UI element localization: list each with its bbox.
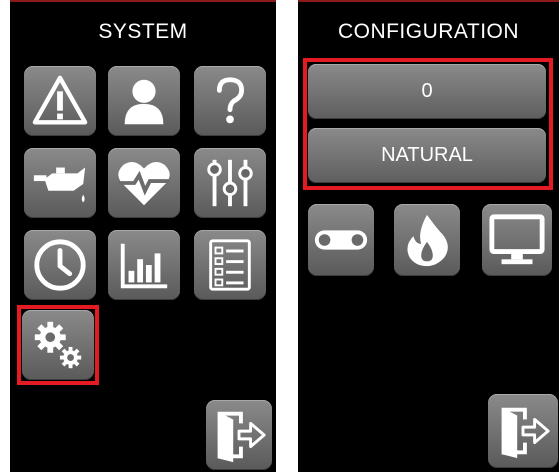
health-button[interactable] <box>108 148 180 218</box>
checklist-icon <box>209 239 251 291</box>
system-panel: SYSTEM <box>10 0 276 472</box>
exit-button[interactable] <box>206 400 272 470</box>
exit-button[interactable] <box>488 394 558 468</box>
help-icon <box>216 77 245 124</box>
user-icon <box>124 79 164 125</box>
conveyor-button[interactable] <box>308 204 374 276</box>
statistics-button[interactable] <box>108 230 180 300</box>
clock-icon <box>34 239 86 291</box>
exit-icon <box>501 407 550 459</box>
heartbeat-icon <box>118 162 170 206</box>
system-title: SYSTEM <box>98 20 188 43</box>
help-button[interactable] <box>194 66 266 136</box>
oil-can-icon <box>33 167 86 203</box>
sliders-icon <box>207 159 253 207</box>
exit-icon <box>217 411 266 463</box>
warning-icon <box>32 75 88 125</box>
checklist-button[interactable] <box>194 230 266 300</box>
value-field[interactable]: 0 <box>308 64 546 119</box>
display-button[interactable] <box>482 204 552 276</box>
bar-chart-icon <box>120 243 168 289</box>
settings-sliders-button[interactable] <box>194 148 266 218</box>
burner-button[interactable] <box>394 204 460 276</box>
gas-type-field[interactable]: NATURAL <box>308 128 546 183</box>
flame-icon <box>407 214 448 267</box>
clock-button[interactable] <box>24 230 96 300</box>
monitor-icon <box>489 214 545 265</box>
configuration-panel: CONFIGURATION 0 NATURAL <box>298 0 559 472</box>
configuration-title: CONFIGURATION <box>337 20 520 43</box>
gears-icon <box>34 321 82 369</box>
configuration-button[interactable] <box>22 310 94 380</box>
conveyor-icon <box>314 230 368 250</box>
user-button[interactable] <box>108 66 180 136</box>
oil-button[interactable] <box>24 148 96 218</box>
warning-button[interactable] <box>24 66 96 136</box>
